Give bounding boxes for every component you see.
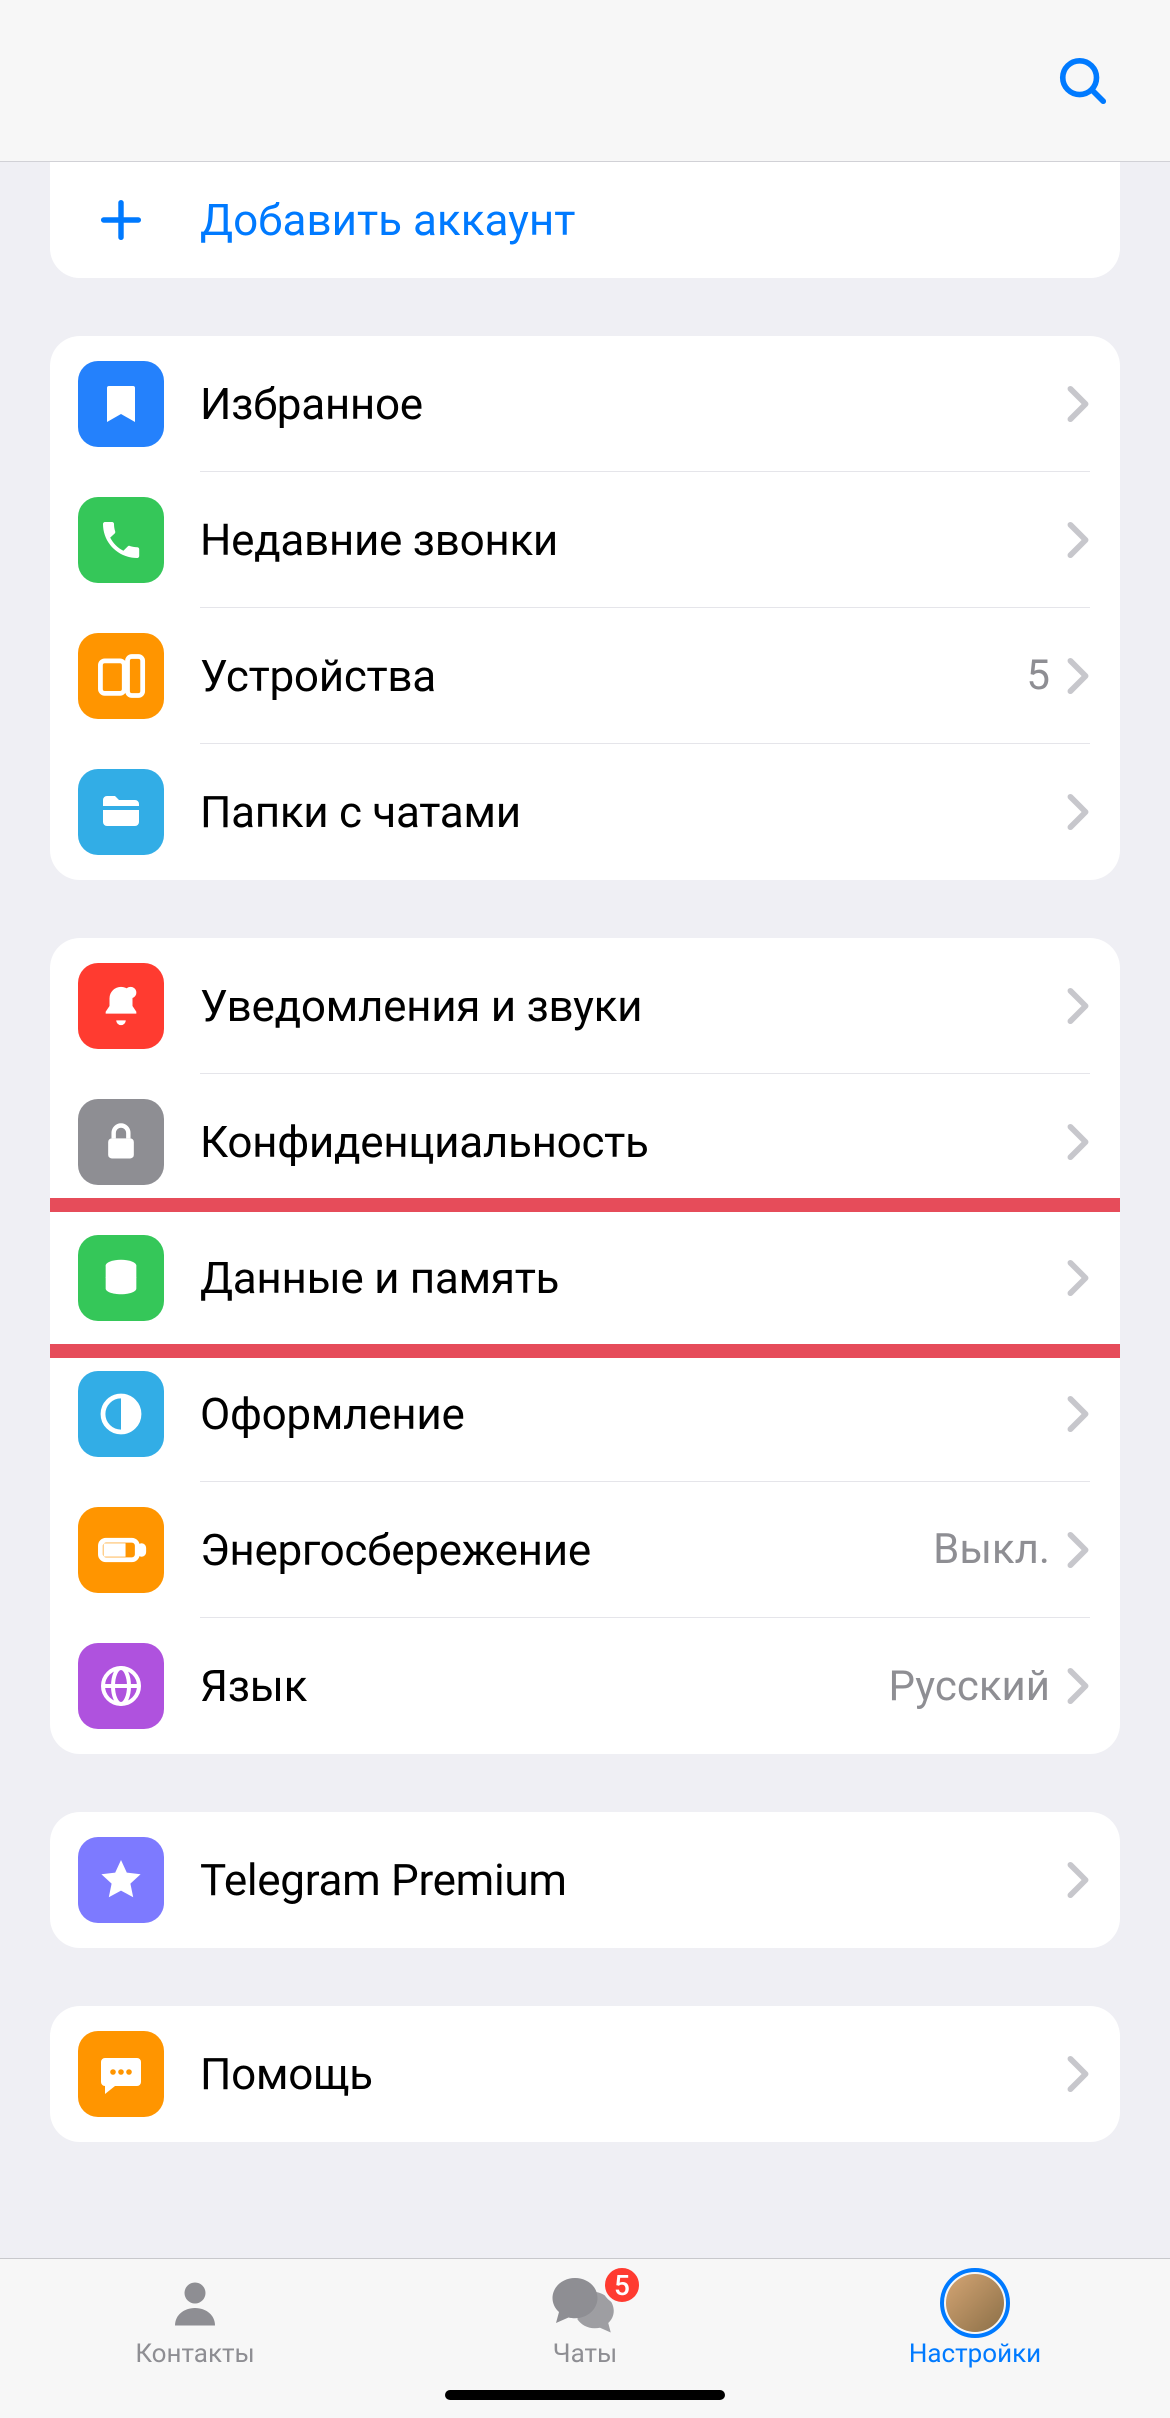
chevron-right-icon xyxy=(1066,521,1090,559)
account-group: Добавить аккаунт xyxy=(50,162,1120,278)
chevron-right-icon xyxy=(1066,1123,1090,1161)
settings-row-folders[interactable]: Папки с чатами xyxy=(50,744,1120,880)
settings-group: Telegram Premium xyxy=(50,1812,1120,1948)
row-label: Язык xyxy=(200,1660,888,1712)
chevron-right-icon xyxy=(1066,1531,1090,1569)
contacts-icon xyxy=(165,2273,225,2333)
header xyxy=(0,0,1170,162)
chats-badge: 5 xyxy=(602,2265,642,2305)
chevron-right-icon xyxy=(1066,657,1090,695)
settings-row-devices[interactable]: Устройства5 xyxy=(50,608,1120,744)
chevron-right-icon xyxy=(1066,2055,1090,2093)
chevron-right-icon xyxy=(1066,1395,1090,1433)
battery-icon xyxy=(78,1507,164,1593)
search-icon xyxy=(1056,54,1110,108)
globe-icon xyxy=(78,1643,164,1729)
row-value: Русский xyxy=(888,1662,1050,1711)
lock-icon xyxy=(78,1099,164,1185)
row-label: Папки с чатами xyxy=(200,786,1066,838)
row-label: Устройства xyxy=(200,650,1026,702)
folder-icon xyxy=(78,769,164,855)
settings-group: Избранное Недавние звонки Устройства5 Папки… xyxy=(50,336,1120,880)
phone-icon xyxy=(78,497,164,583)
avatar-ring xyxy=(940,2268,1010,2338)
settings-row-appearance[interactable]: Оформление xyxy=(50,1346,1120,1482)
search-button[interactable] xyxy=(1056,54,1110,108)
settings-row-notifications[interactable]: Уведомления и звуки xyxy=(50,938,1120,1074)
row-label: Оформление xyxy=(200,1388,1066,1440)
row-label: Данные и память xyxy=(200,1252,1066,1304)
tab-chats-label: Чаты xyxy=(553,2339,617,2369)
row-value: Выкл. xyxy=(933,1525,1050,1574)
row-label: Telegram Premium xyxy=(200,1854,1066,1906)
plus-icon xyxy=(95,194,147,246)
row-value: 5 xyxy=(1026,651,1050,700)
chevron-right-icon xyxy=(1066,987,1090,1025)
settings-group: Помощь xyxy=(50,2006,1120,2142)
tab-contacts-label: Контакты xyxy=(135,2339,254,2369)
row-label: Конфиденциальность xyxy=(200,1116,1066,1168)
chat-icon xyxy=(78,2031,164,2117)
home-indicator[interactable] xyxy=(445,2390,725,2400)
chevron-right-icon xyxy=(1066,385,1090,423)
bell-icon xyxy=(78,963,164,1049)
row-label: Энергосбережение xyxy=(200,1524,933,1576)
bookmark-icon xyxy=(78,361,164,447)
avatar xyxy=(946,2274,1004,2332)
chevron-right-icon xyxy=(1066,1667,1090,1705)
add-account-row[interactable]: Добавить аккаунт xyxy=(50,162,1120,278)
settings-row-language[interactable]: ЯзыкРусский xyxy=(50,1618,1120,1754)
settings-row-help[interactable]: Помощь xyxy=(50,2006,1120,2142)
settings-row-saved[interactable]: Избранное xyxy=(50,336,1120,472)
circle-half-icon xyxy=(78,1371,164,1457)
settings-group: Уведомления и звуки Конфиденциальность Дан… xyxy=(50,938,1120,1754)
row-label: Избранное xyxy=(200,378,1066,430)
chevron-right-icon xyxy=(1066,1861,1090,1899)
row-label: Недавние звонки xyxy=(200,514,1066,566)
settings-row-premium[interactable]: Telegram Premium xyxy=(50,1812,1120,1948)
devices-icon xyxy=(78,633,164,719)
settings-row-storage[interactable]: Данные и память xyxy=(50,1210,1120,1346)
settings-row-calls[interactable]: Недавние звонки xyxy=(50,472,1120,608)
add-account-label: Добавить аккаунт xyxy=(200,194,575,246)
tab-settings[interactable]: Настройки xyxy=(782,2273,1168,2418)
row-label: Помощь xyxy=(200,2048,1066,2100)
settings-row-power[interactable]: ЭнергосбережениеВыкл. xyxy=(50,1482,1120,1618)
tab-contacts[interactable]: Контакты xyxy=(2,2273,388,2418)
chevron-right-icon xyxy=(1066,1259,1090,1297)
row-label: Уведомления и звуки xyxy=(200,980,1066,1032)
chevron-right-icon xyxy=(1066,793,1090,831)
star-icon xyxy=(78,1837,164,1923)
settings-content: Добавить аккаунт Избранное Недавние звонк… xyxy=(0,162,1170,2258)
database-icon xyxy=(78,1235,164,1321)
settings-row-privacy[interactable]: Конфиденциальность xyxy=(50,1074,1120,1210)
tab-settings-label: Настройки xyxy=(909,2339,1041,2369)
